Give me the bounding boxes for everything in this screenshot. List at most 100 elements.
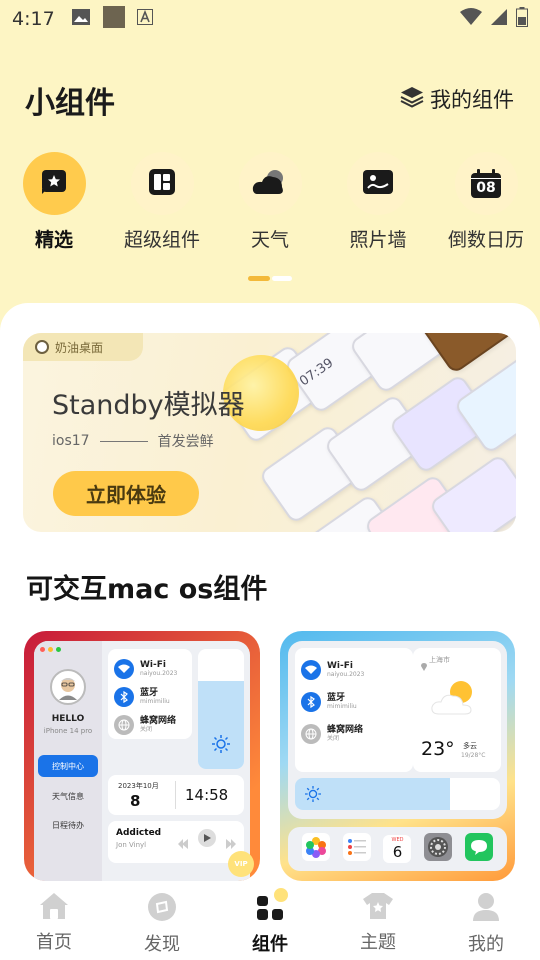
banner-tag: 奶油桌面: [23, 333, 143, 361]
weather-city: 上海市: [429, 656, 450, 664]
nav-label: 组件: [252, 934, 288, 955]
home-icon: [39, 892, 69, 924]
reminders-app-icon[interactable]: [342, 833, 371, 865]
photos-app-icon[interactable]: [302, 833, 331, 865]
bluetooth-text: 蓝牙 mimimiliu: [140, 688, 170, 706]
calendar-icon: 08: [470, 168, 502, 199]
page-title: 小组件: [25, 86, 115, 121]
sidebar-weather-info[interactable]: 天气信息: [34, 791, 102, 802]
profile-icon: [472, 892, 500, 926]
category-label: 精选: [34, 229, 73, 251]
messages-app-icon[interactable]: [464, 833, 493, 865]
category-row: 精选 超级组件 天气 照片墙 08 倒数日历: [0, 152, 540, 252]
main-content: 07:39 奶油桌面 Standby模拟器 ios17 首发尝鲜 立即体验 可交…: [0, 303, 540, 960]
date-label: 2023年10月: [118, 782, 159, 790]
weather-range: 19/28°C: [461, 752, 486, 759]
close-dot: [40, 647, 45, 652]
right-wifi-toggle[interactable]: Wi-Fi naiyou.2023: [301, 660, 407, 680]
nav-discover[interactable]: 发现: [108, 882, 216, 960]
nav-home[interactable]: 首页: [0, 882, 108, 960]
category-countdown[interactable]: 08 倒数日历: [436, 152, 536, 252]
sun-icon: [212, 735, 230, 757]
right-brightness-slider[interactable]: [295, 778, 500, 810]
cellular-name: 蜂窝网络: [140, 716, 177, 726]
wifi-sub: naiyou.2023: [327, 671, 365, 678]
macos-widget-card-right[interactable]: Wi-Fi naiyou.2023 蓝牙 mimimiliu 蜂窝网络 关闭 上…: [280, 631, 515, 881]
category-photo-wall[interactable]: 照片墙: [328, 152, 428, 252]
previous-track-icon[interactable]: [178, 834, 188, 853]
brightness-slider[interactable]: [198, 649, 244, 769]
weather-temp: 23°: [421, 738, 455, 760]
profile-device: iPhone 14 pro: [43, 727, 93, 735]
location-icon: [421, 656, 427, 675]
section-title: 可交互mac os组件: [26, 574, 268, 605]
wifi-name: Wi-Fi: [327, 661, 353, 671]
right-window: Wi-Fi naiyou.2023 蓝牙 mimimiliu 蜂窝网络 关闭 上…: [288, 641, 507, 819]
category-label: 超级组件: [123, 229, 200, 251]
right-bluetooth-text: 蓝牙 mimimiliu: [327, 693, 357, 711]
sidebar-schedule[interactable]: 日程待办: [34, 820, 102, 831]
settings-app-icon[interactable]: [424, 833, 453, 865]
discover-icon: [147, 892, 177, 926]
banner-subtitle: ios17 首发尝鲜: [52, 431, 214, 451]
dock: WED 6: [288, 827, 507, 871]
nav-widgets-badge: [274, 888, 288, 902]
right-bluetooth-toggle[interactable]: 蓝牙 mimimiliu: [301, 692, 407, 712]
bluetooth-name: 蓝牙: [327, 693, 346, 703]
song-title: Addicted: [116, 828, 162, 838]
category-super-widgets[interactable]: 超级组件: [112, 152, 212, 252]
bluetooth-sub: mimimiliu: [327, 703, 357, 710]
status-time: 4:17: [12, 8, 55, 30]
wifi-icon: [460, 7, 482, 31]
star-icon: [39, 167, 69, 201]
category-weather[interactable]: 天气: [220, 152, 320, 252]
next-track-icon[interactable]: [226, 834, 236, 853]
clock-time: 14:58: [185, 786, 229, 804]
brand-ring-icon: [35, 340, 49, 354]
category-label: 照片墙: [349, 229, 407, 251]
maximize-dot: [56, 647, 61, 652]
globe-icon: [114, 715, 134, 735]
image-notification-icon: [71, 8, 91, 31]
app-notification-icon: [102, 5, 125, 33]
nav-label: 发现: [144, 934, 180, 955]
macos-widget-card-left[interactable]: HELLO iPhone 14 pro 控制中心 天气信息 日程待办 Wi-Fi…: [24, 631, 260, 881]
banner-divider: [99, 440, 148, 442]
wifi-toggle[interactable]: Wi-Fi naiyou.2023: [114, 659, 186, 679]
layers-icon: [400, 86, 424, 113]
banner-title: Standby模拟器: [52, 390, 245, 421]
theme-shirt-icon: [362, 892, 394, 924]
calendar-app-icon[interactable]: WED 6: [383, 835, 412, 863]
standby-banner[interactable]: 07:39 奶油桌面 Standby模拟器 ios17 首发尝鲜 立即体验: [23, 333, 516, 532]
nav-theme[interactable]: 主题: [324, 882, 432, 960]
avatar: [50, 669, 86, 705]
category-photo-circle: [346, 152, 410, 215]
right-cellular-toggle[interactable]: 蜂窝网络 关闭: [301, 724, 407, 744]
my-widgets-button[interactable]: 我的组件: [400, 84, 514, 114]
sidebar-control-center[interactable]: 控制中心: [38, 755, 98, 777]
grid-icon: [147, 167, 177, 201]
right-network-panel: Wi-Fi naiyou.2023 蓝牙 mimimiliu 蜂窝网络 关闭: [295, 648, 413, 772]
bottom-nav: 首页 发现 组件 主题 我的: [0, 882, 540, 960]
bluetooth-toggle[interactable]: 蓝牙 mimimiliu: [114, 687, 186, 707]
play-icon[interactable]: [198, 829, 216, 847]
page-indicator-inactive: [272, 276, 292, 281]
cellular-toggle[interactable]: 蜂窝网络 关闭: [114, 715, 186, 735]
category-featured[interactable]: 精选: [4, 152, 104, 252]
control-center-window: HELLO iPhone 14 pro 控制中心 天气信息 日程待办 Wi-Fi…: [34, 641, 250, 881]
category-label: 天气: [250, 229, 289, 251]
weather-condition: 多云: [463, 742, 477, 750]
nav-profile[interactable]: 我的: [432, 882, 540, 960]
try-now-button[interactable]: 立即体验: [53, 471, 199, 516]
cellular-sub: 关闭: [327, 735, 340, 742]
profile-name: HELLO: [51, 714, 85, 724]
signal-icon: [490, 8, 508, 31]
category-weather-circle: [238, 152, 302, 215]
right-cellular-text: 蜂窝网络 关闭: [327, 725, 363, 743]
cellular-text: 蜂窝网络 关闭: [140, 716, 176, 734]
nav-widgets[interactable]: 组件: [216, 882, 324, 960]
status-right: [460, 6, 528, 32]
cellular-sub: 关闭: [140, 726, 153, 733]
partly-cloudy-icon: [431, 678, 479, 720]
wifi-text: Wi-Fi naiyou.2023: [140, 660, 177, 678]
